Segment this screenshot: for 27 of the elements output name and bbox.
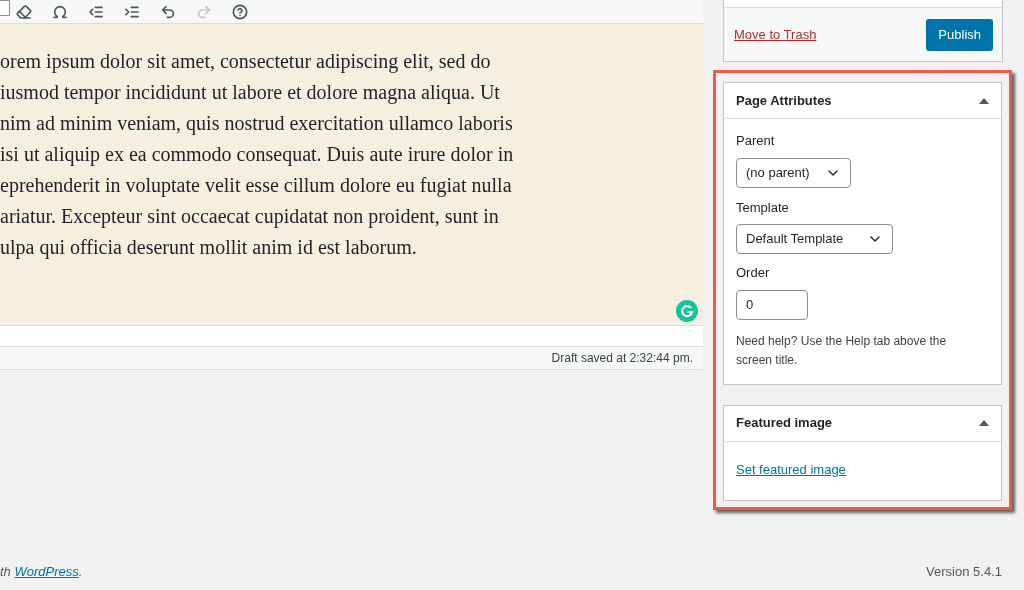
toolbar-button-edge[interactable] <box>0 0 10 16</box>
order-input[interactable]: 0 <box>736 289 808 320</box>
publish-button[interactable]: Publish <box>926 18 993 51</box>
editor-content[interactable] <box>0 24 703 325</box>
template-select[interactable]: Default Template <box>736 224 893 254</box>
paragraph-line: nim ad minim veniam, quis nostrud exercitation ullamco laboris <box>0 111 513 137</box>
footer-credit: th WordPress. <box>0 563 83 581</box>
parent-select[interactable]: (no parent) <box>736 157 851 188</box>
panel-title: Featured image <box>736 414 833 433</box>
wordpress-link[interactable]: WordPress <box>14 564 79 579</box>
field-label: Order <box>736 264 770 282</box>
panel-title: Page Attributes <box>736 91 832 110</box>
paragraph-line: orem ipsum dolor sit amet, consectetur adipiscing elit, sed do <box>0 49 491 75</box>
version-text: Version 5.4.1 <box>926 563 1002 581</box>
paragraph-line: iusmod tempor incididunt ut labore et dolore magna aliqua. Ut <box>0 80 500 106</box>
caret-icon[interactable] <box>979 97 989 104</box>
paragraph-line: ulpa qui officia deserunt mollit anim id est laborum. <box>0 235 417 261</box>
set-featured-image-link[interactable]: Set featured image <box>736 461 846 477</box>
help-text: Need help? Use the Help tab above the screen title. <box>736 332 948 369</box>
field-label: Parent <box>736 132 775 150</box>
move-to-trash-link[interactable]: Move to Trash <box>734 24 817 45</box>
caret-icon[interactable] <box>979 420 989 426</box>
field-label: Template <box>736 198 789 217</box>
paragraph-line: isi ut aliquip ex ea commodo consequat. Duis aute irure dolor in <box>0 142 514 168</box>
paragraph-line: eprehenderit in voluptate velit esse cillum dolore eu fugiat nulla <box>0 173 512 199</box>
draft-saved-text: Draft saved at 2:32:44 pm. <box>551 350 693 367</box>
paragraph-line: ariatur. Excepteur sint occaecat cupidatat non proident, sunt in <box>0 204 499 230</box>
